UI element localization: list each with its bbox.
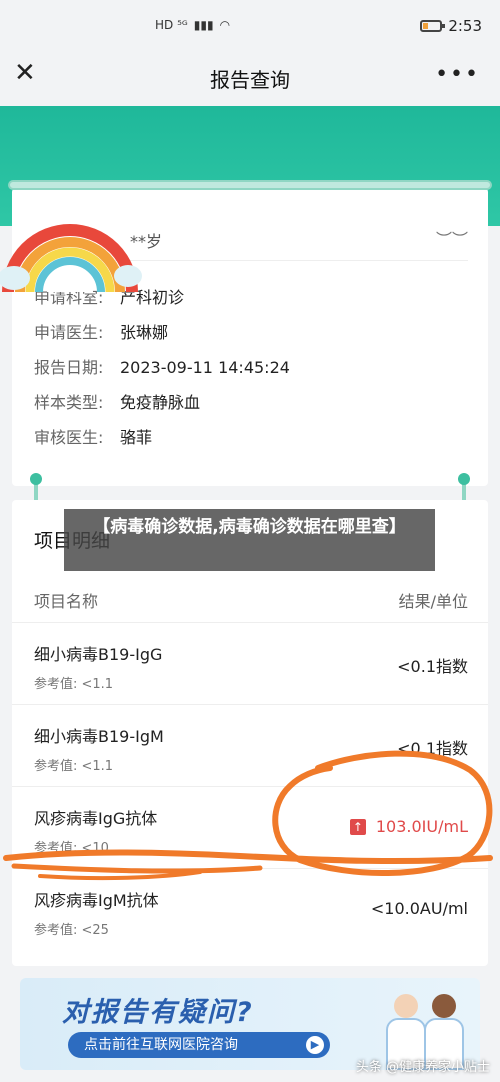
col-name-header: 项目名称: [34, 592, 99, 611]
info-row-doctor: 申请医生: 张琳娜: [34, 319, 168, 343]
info-label: 申请医生:: [34, 323, 104, 342]
item-result-value: 103.0IU/mL: [375, 817, 468, 836]
info-row-sample-type: 样本类型: 免疫静脉血: [34, 389, 200, 413]
item-result: <0.1指数: [397, 657, 468, 676]
clock: 2:53: [448, 17, 482, 35]
info-row-report-date: 报告日期: 2023-09-11 14:45:24: [34, 354, 290, 378]
wifi-icon: ◠: [219, 18, 231, 32]
info-value: 2023-09-11 14:45:24: [120, 358, 290, 377]
table-row[interactable]: 细小病毒B19-IgG 参考值: <1.1 <0.1指数: [12, 622, 488, 704]
more-options-icon[interactable]: •••: [435, 62, 480, 87]
info-label: 样本类型:: [34, 393, 104, 412]
item-result-high: ↑ 103.0IU/mL: [349, 817, 468, 836]
play-arrow-icon: ▶: [306, 1036, 324, 1054]
item-name: 风疹病毒IgM抗体: [34, 891, 159, 910]
info-value: 张琳娜: [120, 323, 169, 342]
banner-headline: 对报告有疑问?: [62, 997, 254, 1028]
item-result: <10.0AU/ml: [370, 899, 468, 918]
printer-slot: [8, 180, 492, 190]
info-row-reviewer: 审核医生: 骆菲: [34, 424, 152, 448]
consult-button-label: 点击前往互联网医院咨询: [84, 1037, 238, 1053]
nav-bar: ✕ 报告查询 •••: [0, 52, 500, 106]
network-indicators: HD ⁵ᴳ ▮▮▮ ◠: [155, 18, 230, 32]
battery-icon: [420, 20, 446, 32]
network-label: HD ⁵ᴳ: [155, 18, 188, 32]
item-reference: 参考值: <1.1: [34, 759, 114, 774]
item-name: 细小病毒B19-IgM: [34, 727, 164, 746]
table-row[interactable]: 风疹病毒IgG抗体 参考值: <10 ↑ 103.0IU/mL: [12, 786, 488, 868]
table-row[interactable]: 细小病毒B19-IgM 参考值: <1.1 <0.1指数: [12, 704, 488, 786]
page-title: 报告查询: [210, 68, 290, 92]
item-name: 细小病毒B19-IgG: [34, 645, 163, 664]
hide-eye-icon[interactable]: ︶︶: [436, 226, 468, 250]
consult-button[interactable]: 点击前往互联网医院咨询 ▶: [68, 1032, 330, 1058]
item-result: <0.1指数: [397, 739, 468, 758]
info-label: 报告日期:: [34, 358, 104, 377]
rainbow-icon: [0, 224, 142, 292]
info-value: 骆菲: [120, 428, 153, 447]
col-result-header: 结果/单位: [398, 592, 468, 611]
column-header: 项目名称 结果/单位: [34, 588, 468, 612]
item-reference: 参考值: <10: [34, 841, 109, 856]
arrow-up-icon: ↑: [349, 819, 366, 835]
item-name: 风疹病毒IgG抗体: [34, 809, 158, 828]
info-value: 免疫静脉血: [120, 393, 201, 412]
status-bar: HD ⁵ᴳ ▮▮▮ ◠ 2:53: [0, 0, 500, 52]
info-label: 审核医生:: [34, 428, 104, 447]
table-row[interactable]: 风疹病毒IgM抗体 参考值: <25 <10.0AU/ml: [12, 868, 488, 950]
watermark: 头条 @健康养家小贴士: [355, 1060, 490, 1075]
item-reference: 参考值: <25: [34, 923, 109, 938]
signal-icon: ▮▮▮: [193, 18, 214, 32]
item-reference: 参考值: <1.1: [34, 677, 114, 692]
article-title-overlay: 【病毒确诊数据,病毒确诊数据在哪里查】: [64, 509, 435, 571]
